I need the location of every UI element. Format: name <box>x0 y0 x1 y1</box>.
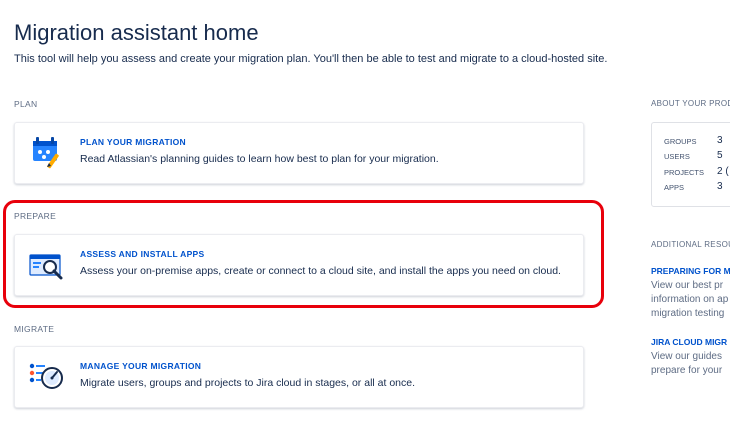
resource-text-line: prepare for your <box>651 365 723 376</box>
about-product-label: ABOUT YOUR PRODU <box>651 99 730 108</box>
manage-migration-icon <box>27 357 67 397</box>
stat-value-groups: 3 <box>717 135 723 146</box>
resource-text-line: View our best pr <box>651 280 724 291</box>
stat-label-projects: PROJECTS <box>664 168 705 177</box>
resource-link-jira-cloud[interactable]: JIRA CLOUD MIGR <box>651 337 727 347</box>
stat-label-apps: APPS <box>664 183 685 192</box>
plan-migration-description: Read Atlassian's planning guides to lear… <box>80 153 439 165</box>
stat-value-apps: 3 <box>717 181 723 192</box>
stat-value-users: 5 <box>717 150 723 161</box>
resource-text-line: View our guides <box>651 351 722 362</box>
additional-resources-label: ADDITIONAL RESOU <box>651 240 730 249</box>
page-title: Migration assistant home <box>14 20 259 45</box>
section-label-migrate: MIGRATE <box>14 324 55 334</box>
manage-migration-title[interactable]: MANAGE YOUR MIGRATION <box>80 361 201 371</box>
stat-value-projects: 2 ( <box>717 166 729 177</box>
planning-icon <box>27 133 67 173</box>
plan-migration-title[interactable]: PLAN YOUR MIGRATION <box>80 137 186 147</box>
stat-label-groups: GROUPS <box>664 137 697 146</box>
page-subtitle: This tool will help you assess and creat… <box>14 53 608 65</box>
resource-link-preparing[interactable]: PREPARING FOR M <box>651 266 730 276</box>
resource-text-line: migration testing <box>651 308 725 319</box>
section-label-plan: PLAN <box>14 99 38 109</box>
product-stats-box: GROUPS 3 USERS 5 PROJECTS 2 ( APPS 3 <box>651 122 730 207</box>
stat-label-users: USERS <box>664 152 690 161</box>
red-highlight-annotation <box>3 200 604 308</box>
manage-migration-card[interactable]: MANAGE YOUR MIGRATION Migrate users, gro… <box>14 346 584 408</box>
manage-migration-description: Migrate users, groups and projects to Ji… <box>80 377 416 389</box>
resource-text-line: information on ap <box>651 294 729 305</box>
plan-migration-card[interactable]: PLAN YOUR MIGRATION Read Atlassian's pla… <box>14 122 584 184</box>
